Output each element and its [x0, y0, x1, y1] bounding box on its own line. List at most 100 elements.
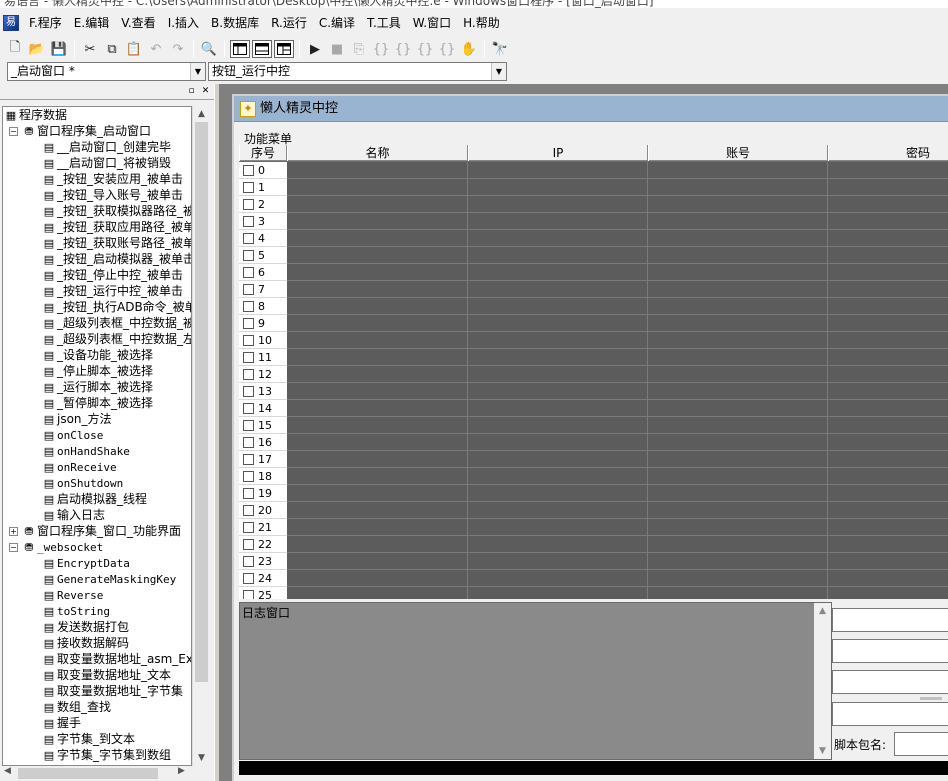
collapse-icon[interactable]: − — [9, 127, 18, 136]
menu-help[interactable]: H.帮助 — [457, 10, 506, 36]
table-row[interactable]: 6 — [239, 264, 948, 281]
table-cell[interactable] — [648, 485, 828, 502]
scroll-thumb[interactable] — [195, 122, 208, 682]
scroll-thumb[interactable] — [18, 768, 158, 779]
table-cell[interactable] — [287, 570, 468, 587]
table-cell[interactable] — [828, 400, 948, 417]
tree-item[interactable]: ▤ _按钮_运行中控_被单击 — [41, 283, 183, 299]
table-cell[interactable] — [287, 485, 468, 502]
collapse-icon[interactable]: − — [9, 543, 18, 552]
cut-icon[interactable]: ✂ — [79, 39, 101, 59]
table-cell[interactable] — [648, 332, 828, 349]
menu-view[interactable]: V.查看 — [115, 10, 161, 36]
hand-icon[interactable]: ✋ — [458, 39, 480, 59]
redo-icon[interactable]: ↷ — [167, 39, 189, 59]
table-cell[interactable] — [468, 485, 648, 502]
step-icon[interactable]: ⎘ — [348, 39, 370, 59]
table-cell[interactable] — [468, 298, 648, 315]
table-cell[interactable] — [828, 162, 948, 179]
table-cell[interactable] — [468, 570, 648, 587]
copy-icon[interactable]: ⧉ — [101, 39, 123, 59]
table-cell[interactable] — [468, 281, 648, 298]
row-checkbox[interactable] — [243, 488, 254, 499]
tree-item[interactable]: − ⛃ _websocket — [9, 539, 103, 555]
tree-item[interactable]: ▤ onClose — [41, 427, 104, 443]
log-window[interactable]: 日志窗口 ▲ ▼ — [239, 602, 832, 760]
table-cell[interactable] — [287, 434, 468, 451]
table-cell[interactable] — [648, 519, 828, 536]
table-cell[interactable] — [828, 179, 948, 196]
tree-item[interactable]: ▤ 启动模拟器_线程 — [41, 491, 147, 507]
row-checkbox[interactable] — [243, 335, 254, 346]
table-cell[interactable] — [648, 468, 828, 485]
layout-window-icon[interactable] — [230, 40, 250, 58]
table-cell[interactable] — [287, 298, 468, 315]
table-cell[interactable] — [648, 451, 828, 468]
table-cell[interactable] — [648, 247, 828, 264]
event-select[interactable]: 按钮_运行中控 ▼ — [208, 62, 507, 81]
log-scrollbar[interactable]: ▲ ▼ — [814, 603, 831, 759]
table-cell[interactable] — [828, 332, 948, 349]
row-checkbox[interactable] — [243, 420, 254, 431]
table-cell[interactable] — [287, 417, 468, 434]
tree-item[interactable]: ▤ _超级列表框_中控数据_被 — [41, 315, 191, 331]
table-cell[interactable] — [828, 366, 948, 383]
table-cell[interactable] — [648, 553, 828, 570]
table-cell[interactable] — [468, 179, 648, 196]
table-row[interactable]: 17 — [239, 451, 948, 468]
table-cell[interactable] — [468, 366, 648, 383]
table-cell[interactable] — [648, 196, 828, 213]
table-cell[interactable] — [828, 451, 948, 468]
table-row[interactable]: 25 — [239, 587, 948, 599]
table-cell[interactable] — [468, 451, 648, 468]
menu-compile[interactable]: C.编译 — [313, 10, 361, 36]
tree-item[interactable]: ▤ _按钮_执行ADB命令_被单 — [41, 299, 191, 315]
row-checkbox[interactable] — [243, 233, 254, 244]
menu-run[interactable]: R.运行 — [265, 10, 313, 36]
table-cell[interactable] — [468, 434, 648, 451]
row-checkbox[interactable] — [243, 573, 254, 584]
table-cell[interactable] — [287, 315, 468, 332]
table-cell[interactable] — [828, 213, 948, 230]
save-icon[interactable]: 💾 — [48, 39, 70, 59]
table-row[interactable]: 10 — [239, 332, 948, 349]
table-cell[interactable] — [287, 519, 468, 536]
table-cell[interactable] — [828, 264, 948, 281]
row-checkbox[interactable] — [243, 284, 254, 295]
table-cell[interactable] — [287, 196, 468, 213]
table-row[interactable]: 20 — [239, 502, 948, 519]
table-cell[interactable] — [648, 570, 828, 587]
col-ip[interactable]: IP — [468, 145, 648, 161]
tree-item[interactable]: ▤ toString — [41, 603, 110, 619]
tree-item[interactable]: ▤ _暂停脚本_被选择 — [41, 395, 153, 411]
table-cell[interactable] — [287, 553, 468, 570]
step-into-icon[interactable]: {} — [370, 39, 392, 59]
pin-icon[interactable]: ▫ — [186, 86, 197, 97]
tree-item[interactable]: ▤ Reverse — [41, 587, 104, 603]
table-cell[interactable] — [648, 383, 828, 400]
menu-insert[interactable]: I.插入 — [162, 10, 205, 36]
table-cell[interactable] — [287, 230, 468, 247]
table-cell[interactable] — [468, 587, 648, 599]
table-row[interactable]: 23 — [239, 553, 948, 570]
table-cell[interactable] — [648, 366, 828, 383]
row-checkbox[interactable] — [243, 522, 254, 533]
table-cell[interactable] — [828, 468, 948, 485]
table-cell[interactable] — [828, 417, 948, 434]
table-cell[interactable] — [468, 553, 648, 570]
table-cell[interactable] — [468, 502, 648, 519]
row-checkbox[interactable] — [243, 437, 254, 448]
tree-item[interactable]: ▤ _按钮_安装应用_被单击 — [41, 171, 183, 187]
table-cell[interactable] — [287, 213, 468, 230]
chevron-down-icon[interactable]: ▼ — [491, 63, 506, 80]
tree-item[interactable]: ▤ 接收数据解码 — [41, 635, 129, 651]
table-cell[interactable] — [287, 179, 468, 196]
col-name[interactable]: 名称 — [287, 145, 468, 161]
table-cell[interactable] — [648, 162, 828, 179]
tree-item[interactable]: ▤ _按钮_启动模拟器_被单击 — [41, 251, 191, 267]
scroll-left-icon[interactable]: ◀ — [4, 766, 11, 776]
table-cell[interactable] — [287, 281, 468, 298]
row-checkbox[interactable] — [243, 199, 254, 210]
row-checkbox[interactable] — [243, 165, 254, 176]
table-cell[interactable] — [828, 298, 948, 315]
